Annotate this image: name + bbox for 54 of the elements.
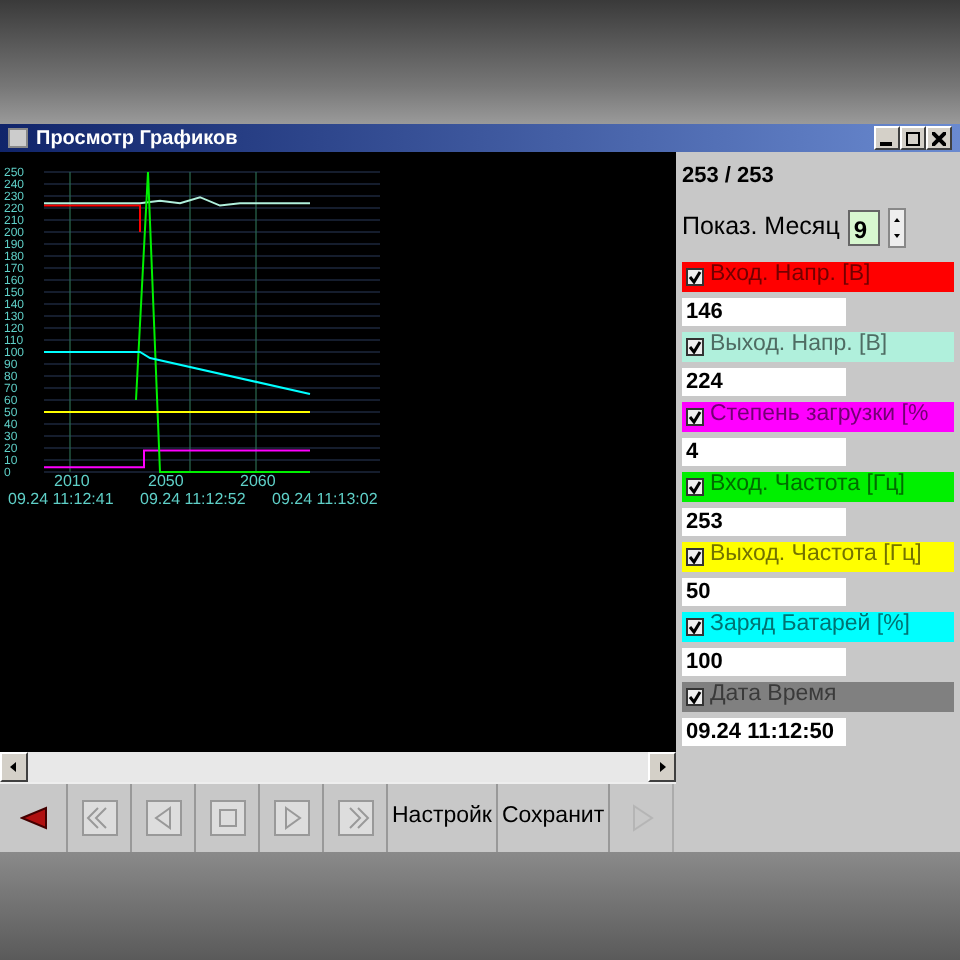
toolbar-button[interactable]: Настройк	[388, 784, 498, 852]
check-icon	[688, 269, 702, 283]
value-field[interactable]: 100	[682, 647, 846, 675]
time-label: 09.24 11:12:52	[140, 490, 246, 508]
previous-icon	[145, 800, 181, 836]
stop-icon	[209, 800, 245, 836]
close-icon	[932, 131, 946, 146]
check-icon	[688, 479, 702, 493]
value-field[interactable]: 50	[682, 577, 846, 605]
window-icon	[8, 128, 28, 148]
check-icon	[688, 409, 702, 423]
axis-label: 2050	[148, 472, 184, 490]
window-title: Просмотр Графиков	[36, 125, 238, 153]
axis-label: 2060	[240, 472, 276, 490]
value-field[interactable]: 224	[682, 367, 846, 395]
month-label: Показ. Месяц	[682, 210, 840, 245]
month-field[interactable]: 9	[847, 209, 880, 245]
checkbox[interactable]	[686, 547, 704, 565]
checkbox[interactable]	[686, 407, 704, 425]
label-text: Вход. Частота [Гц]	[710, 471, 905, 501]
time-label: 09.24 11:13:02	[272, 490, 378, 508]
counter-text: 253 / 253	[682, 162, 776, 192]
value-field[interactable]: 146	[682, 297, 846, 325]
time-label: 09.24 11:12:41	[8, 490, 114, 508]
value-field[interactable]: 4	[682, 437, 846, 465]
label-text: Выход. Напр. [В]	[710, 331, 888, 361]
label-text: Выход. Частота [Гц]	[710, 541, 922, 571]
close-button[interactable]	[926, 126, 952, 150]
checkbox[interactable]	[686, 687, 704, 705]
check-icon	[688, 619, 702, 633]
label-text: Вход. Напр. [В]	[710, 261, 871, 291]
checkbox[interactable]	[686, 617, 704, 635]
maximize-button[interactable]	[900, 126, 926, 150]
scrollbar[interactable]	[0, 752, 676, 782]
label-text: Дата Время	[710, 681, 837, 711]
check-icon	[688, 689, 702, 703]
checkbox[interactable]	[686, 267, 704, 285]
check-icon	[688, 549, 702, 563]
spinner-icon[interactable]	[887, 207, 906, 247]
first-icon	[81, 800, 117, 836]
value-field[interactable]: 253	[682, 507, 846, 535]
checkbox[interactable]	[686, 477, 704, 495]
value-field[interactable]: 09.24 11:12:50	[682, 717, 846, 745]
checkbox[interactable]	[686, 337, 704, 355]
axis-label: 2010	[54, 472, 90, 490]
minimize-button[interactable]	[874, 126, 900, 150]
label-text: Заряд Батарей [%]	[710, 611, 910, 641]
label-text: Степень загрузки [%	[710, 401, 929, 431]
last-icon	[337, 800, 373, 836]
check-icon	[688, 339, 702, 353]
back-arrow-icon	[19, 806, 47, 830]
next-icon	[273, 800, 309, 836]
maximize-icon	[906, 131, 920, 146]
toolbar-button[interactable]: Сохранит	[497, 784, 611, 852]
